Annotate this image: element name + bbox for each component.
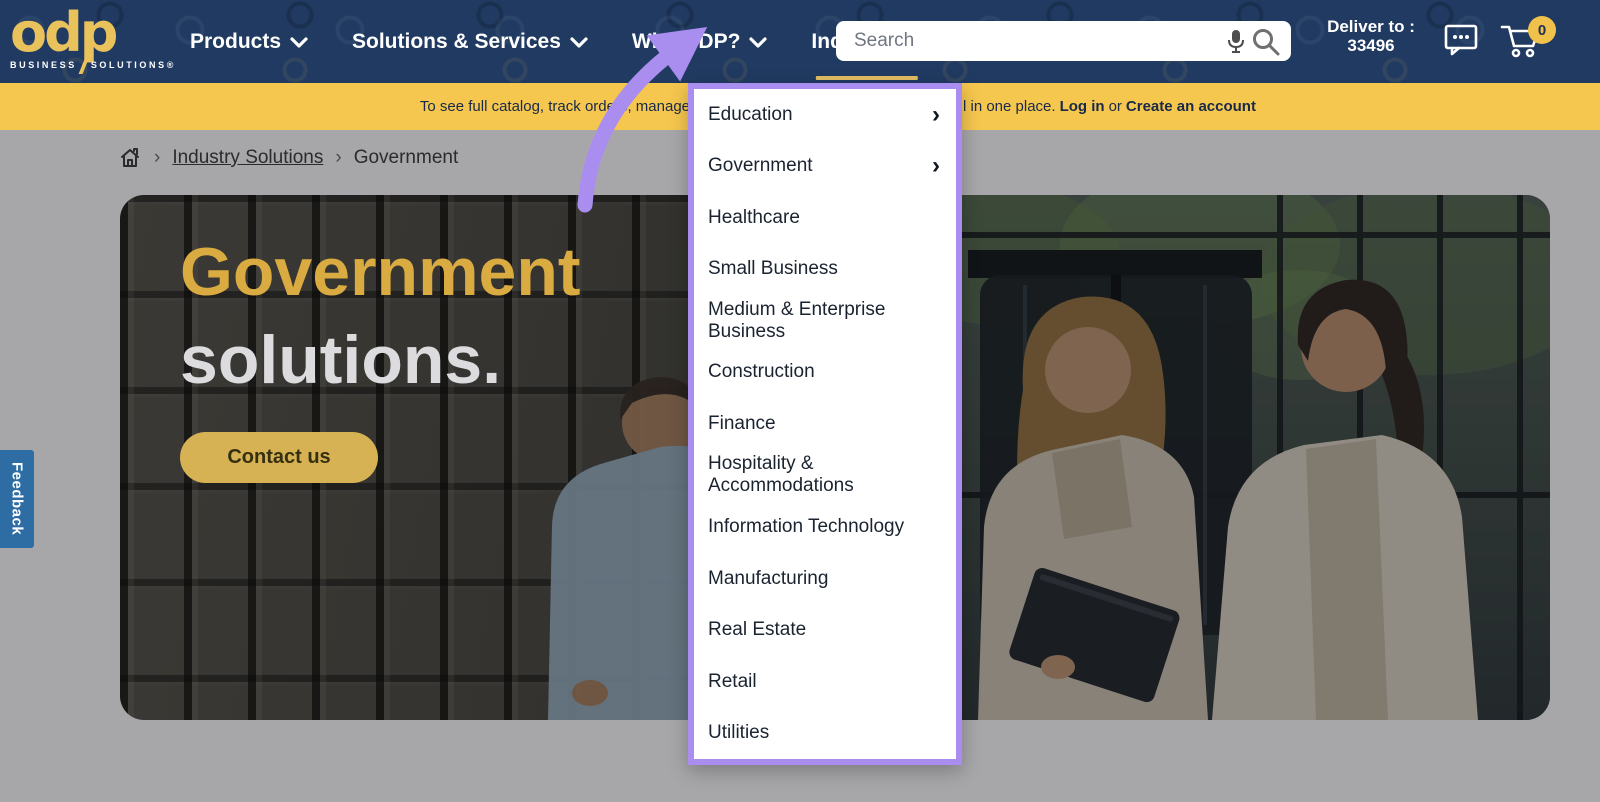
menu-item-label: Government [708,155,813,177]
deliver-to[interactable]: Deliver to : 33496 [1318,17,1424,55]
hero-title-line1: Government [180,233,581,311]
search-icon[interactable] [1251,27,1281,57]
banner-text-right: l in one place. Log in or Create an acco… [963,83,1256,130]
chevron-down-icon [290,36,308,48]
menu-item-retail[interactable]: Retail [694,656,956,708]
menu-item-finance[interactable]: Finance [694,398,956,450]
nav-solutions-label: Solutions & Services [352,30,561,54]
cart-count-badge: 0 [1528,16,1556,44]
cart-button[interactable]: 0 [1500,20,1556,60]
deliver-to-zip: 33496 [1318,36,1424,55]
menu-item-hospitality-accommodations[interactable]: Hospitality & Accommodations [694,450,956,502]
menu-item-label: Utilities [708,722,769,744]
chevron-down-icon [570,36,588,48]
menu-item-information-technology[interactable]: Information Technology [694,501,956,553]
feedback-label: Feedback [9,462,26,535]
menu-item-healthcare[interactable]: Healthcare [694,192,956,244]
menu-item-label: Real Estate [708,619,806,641]
menu-item-label: Retail [708,671,757,693]
home-icon[interactable] [118,146,142,170]
menu-item-label: Hospitality & Accommodations [708,453,940,497]
log-in-link[interactable]: Log in [1060,98,1105,115]
breadcrumb-separator: › [335,147,341,169]
menu-item-government[interactable]: Government › [694,141,956,193]
breadcrumb-industry-solutions[interactable]: Industry Solutions [172,147,323,169]
logo-sub-left: BUSINESS [10,60,77,70]
contact-us-button[interactable]: Contact us [180,432,378,483]
feedback-tab[interactable]: Feedback [0,450,34,548]
main-nav: Products Solutions & Services Why ODP? I… [190,0,939,83]
menu-item-utilities[interactable]: Utilities [694,707,956,759]
nav-why-odp-label: Why ODP? [632,30,741,54]
chevron-right-icon: › [932,154,940,178]
menu-item-label: Education [708,104,793,126]
menu-item-construction[interactable]: Construction [694,347,956,399]
mic-icon[interactable] [1227,29,1245,54]
banner-or-text: or [1109,98,1122,115]
menu-item-label: Healthcare [708,207,800,229]
chevron-right-icon: › [932,103,940,127]
nav-why-odp[interactable]: Why ODP? [632,0,768,83]
search-bar [836,21,1291,61]
odp-logo[interactable]: odp BUSINESS SOLUTIONS ® [0,10,182,74]
menu-item-education[interactable]: Education › [694,89,956,141]
breadcrumb: › Industry Solutions › Government [118,146,458,170]
menu-item-small-business[interactable]: Small Business [694,244,956,296]
deliver-to-label: Deliver to : [1318,17,1424,36]
banner-text-left: To see full catalog, track orders, manag… [420,83,690,130]
nav-active-underline [816,76,918,80]
search-input[interactable] [836,21,1291,61]
menu-item-label: Information Technology [708,516,904,538]
create-account-link[interactable]: Create an account [1126,98,1256,115]
logo-sub-right: SOLUTIONS [91,60,167,70]
breadcrumb-separator: › [154,147,160,169]
menu-item-medium-enterprise-business[interactable]: Medium & Enterprise Business [694,295,956,347]
banner-text-fragment: l in one place. [963,98,1056,115]
chevron-down-icon [749,36,767,48]
menu-item-label: Small Business [708,258,838,280]
menu-item-real-estate[interactable]: Real Estate [694,604,956,656]
header: odp BUSINESS SOLUTIONS ® Products Soluti… [0,0,1600,83]
menu-item-label: Construction [708,361,815,383]
menu-item-label: Medium & Enterprise Business [708,299,940,343]
nav-solutions-services[interactable]: Solutions & Services [352,0,588,83]
chat-icon[interactable] [1443,22,1479,56]
nav-products-label: Products [190,30,281,54]
breadcrumb-current-government: Government [354,147,459,169]
industries-dropdown-menu: Education › Government › Healthcare Smal… [688,83,962,765]
menu-item-label: Manufacturing [708,568,828,590]
logo-wordmark: odp [10,10,182,56]
logo-registered-mark: ® [167,60,176,70]
menu-item-label: Finance [708,413,776,435]
nav-products[interactable]: Products [190,0,308,83]
hero-title-line2: solutions. [180,321,501,399]
menu-item-manufacturing[interactable]: Manufacturing [694,553,956,605]
logo-subtext: BUSINESS SOLUTIONS ® [10,57,182,74]
